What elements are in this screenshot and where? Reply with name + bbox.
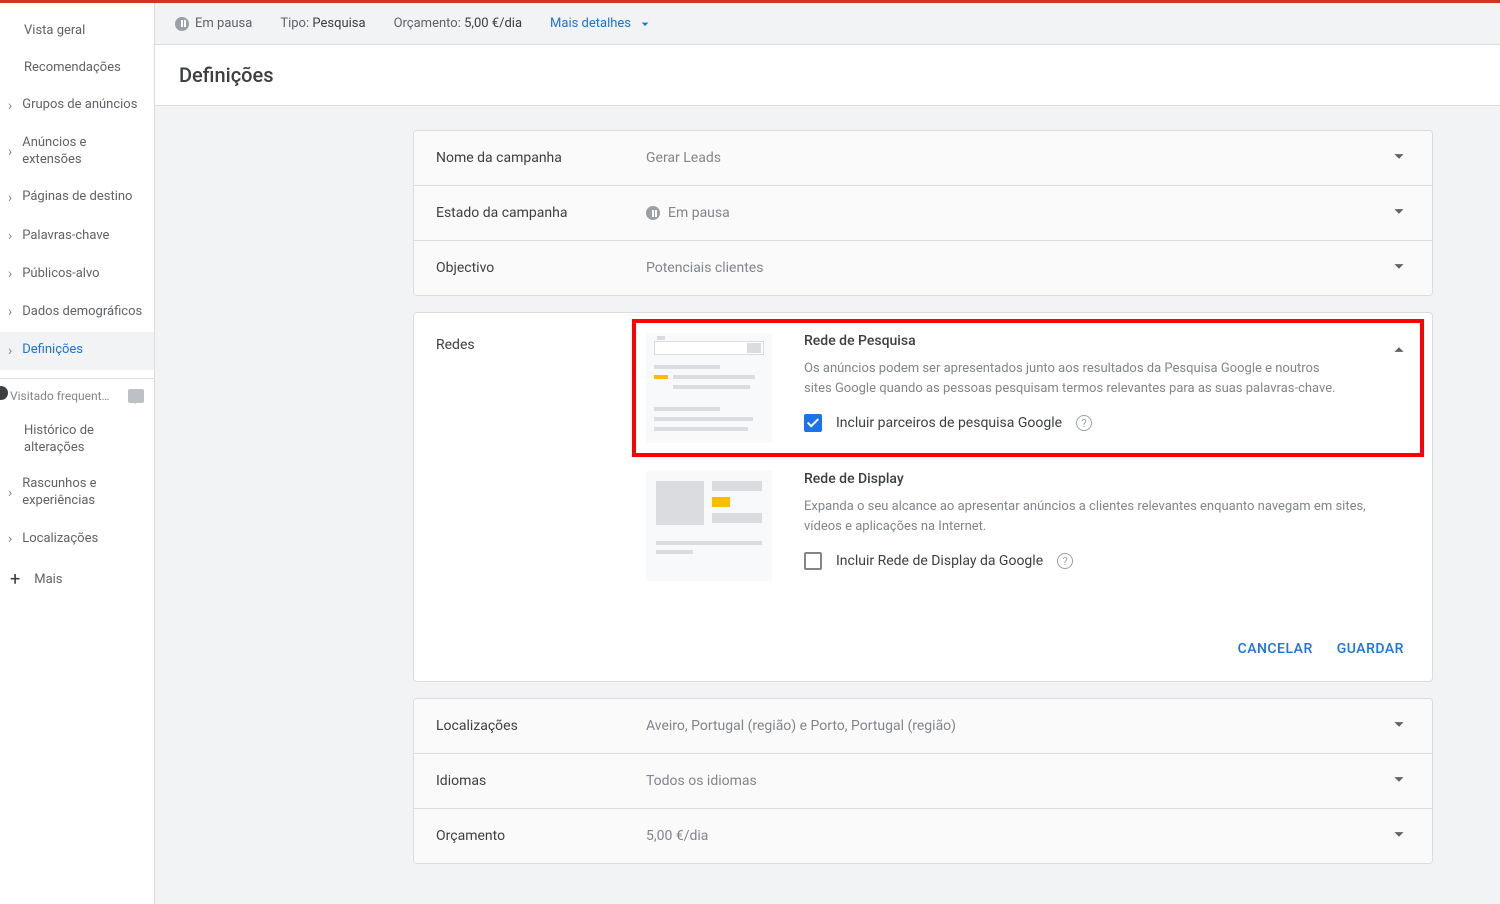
languages-label: Idiomas [436, 773, 646, 789]
chat-icon [128, 389, 144, 403]
sidebar-item-ads-extensions[interactable]: Anúncios e extensões [0, 125, 154, 179]
display-network-thumb-icon [646, 471, 772, 581]
row-campaign-name[interactable]: Nome da campanha Gerar Leads [414, 131, 1432, 186]
languages-value: Todos os idiomas [646, 773, 1388, 789]
sidebar: Vista geral Recomendações Grupos de anún… [0, 3, 155, 904]
sidebar-item-demographics[interactable]: Dados demográficos [0, 293, 154, 331]
page-title: Definições [179, 63, 1476, 87]
sidebar-item-audiences[interactable]: Públicos-alvo [0, 255, 154, 293]
display-network-label: Incluir Rede de Display da Google [836, 553, 1043, 569]
expand-icon [1388, 145, 1410, 171]
search-network-block: Rede de Pesquisa Os anúncios podem ser a… [632, 319, 1424, 457]
help-icon[interactable]: ? [1057, 553, 1073, 569]
expand-icon [1388, 823, 1410, 849]
chevron-up-icon [1388, 339, 1410, 361]
campaign-summary-card: Nome da campanha Gerar Leads Estado da c… [413, 130, 1433, 296]
networks-label: Redes [436, 333, 646, 353]
sidebar-item-overview[interactable]: Vista geral [0, 13, 154, 50]
save-button[interactable]: GUARDAR [1337, 641, 1404, 657]
settings-content: Nome da campanha Gerar Leads Estado da c… [155, 106, 1435, 904]
search-network-thumb-icon [646, 333, 772, 443]
budget-label: Orçamento [436, 828, 646, 844]
sidebar-item-locations[interactable]: Localizações [0, 520, 154, 558]
cancel-button[interactable]: CANCELAR [1238, 641, 1313, 657]
campaign-name-value: Gerar Leads [646, 150, 1388, 166]
expand-icon [1388, 255, 1410, 281]
expand-icon [1388, 713, 1410, 739]
sidebar-section-frequent: Visitado frequent… [0, 378, 154, 413]
sidebar-item-landing-pages[interactable]: Páginas de destino [0, 179, 154, 217]
display-network-checkbox[interactable] [804, 552, 822, 570]
expand-icon [1388, 200, 1410, 226]
objective-label: Objectivo [436, 260, 646, 276]
campaign-status-label: Estado da campanha [436, 205, 646, 221]
row-objective[interactable]: Objectivo Potenciais clientes [414, 241, 1432, 295]
row-locations[interactable]: Localizações Aveiro, Portugal (região) e… [414, 699, 1432, 754]
row-campaign-status[interactable]: Estado da campanha Em pausa [414, 186, 1432, 241]
chevron-down-icon [637, 16, 653, 32]
display-network-block: Rede de Display Expanda o seu alcance ao… [646, 471, 1410, 605]
campaign-info-bar: Em pausa Tipo: Pesquisa Orçamento: 5,00 … [155, 3, 1500, 45]
display-network-desc: Expanda o seu alcance ao apresentar anún… [804, 497, 1390, 536]
sidebar-item-more[interactable]: Mais [0, 558, 154, 601]
sidebar-section-label: Visitado frequent… [10, 389, 110, 403]
search-network-title: Rede de Pesquisa [804, 333, 1336, 349]
campaign-type: Tipo: Pesquisa [280, 16, 365, 31]
row-budget[interactable]: Orçamento 5,00 €/dia [414, 809, 1432, 863]
sidebar-item-drafts[interactable]: Rascunhos e experiências [0, 466, 154, 520]
search-partners-label: Incluir parceiros de pesquisa Google [836, 415, 1062, 431]
pause-icon [175, 17, 189, 31]
objective-value: Potenciais clientes [646, 260, 1388, 276]
budget-value: 5,00 €/dia [646, 828, 1388, 844]
locations-value: Aveiro, Portugal (região) e Porto, Portu… [646, 718, 1388, 734]
sidebar-item-change-history[interactable]: Histórico de alterações [0, 413, 154, 467]
row-languages[interactable]: Idiomas Todos os idiomas [414, 754, 1432, 809]
networks-actions: CANCELAR GUARDAR [414, 625, 1432, 681]
networks-card: Redes Rede de Pesquisa Os anúncios podem… [413, 312, 1433, 682]
expand-icon [1388, 768, 1410, 794]
sidebar-item-settings[interactable]: Definições [0, 332, 154, 370]
campaign-status-value: Em pausa [646, 205, 1388, 221]
sidebar-item-recommendations[interactable]: Recomendações [0, 50, 154, 87]
pause-icon [646, 206, 660, 220]
page-header: Definições [155, 45, 1500, 106]
main-content: Em pausa Tipo: Pesquisa Orçamento: 5,00 … [155, 3, 1500, 904]
more-settings-card: Localizações Aveiro, Portugal (região) e… [413, 698, 1433, 864]
search-network-desc: Os anúncios podem ser apresentados junto… [804, 359, 1336, 398]
collapse-button[interactable] [1388, 333, 1410, 443]
search-partners-checkbox[interactable] [804, 414, 822, 432]
campaign-status: Em pausa [175, 16, 252, 31]
display-network-title: Rede de Display [804, 471, 1390, 487]
locations-label: Localizações [436, 718, 646, 734]
more-details-link[interactable]: Mais detalhes [550, 16, 653, 32]
sidebar-item-keywords[interactable]: Palavras-chave [0, 217, 154, 255]
sidebar-item-adgroups[interactable]: Grupos de anúncios [0, 87, 154, 125]
campaign-budget: Orçamento: 5,00 €/dia [394, 16, 522, 31]
campaign-name-label: Nome da campanha [436, 150, 646, 166]
help-icon[interactable]: ? [1076, 415, 1092, 431]
